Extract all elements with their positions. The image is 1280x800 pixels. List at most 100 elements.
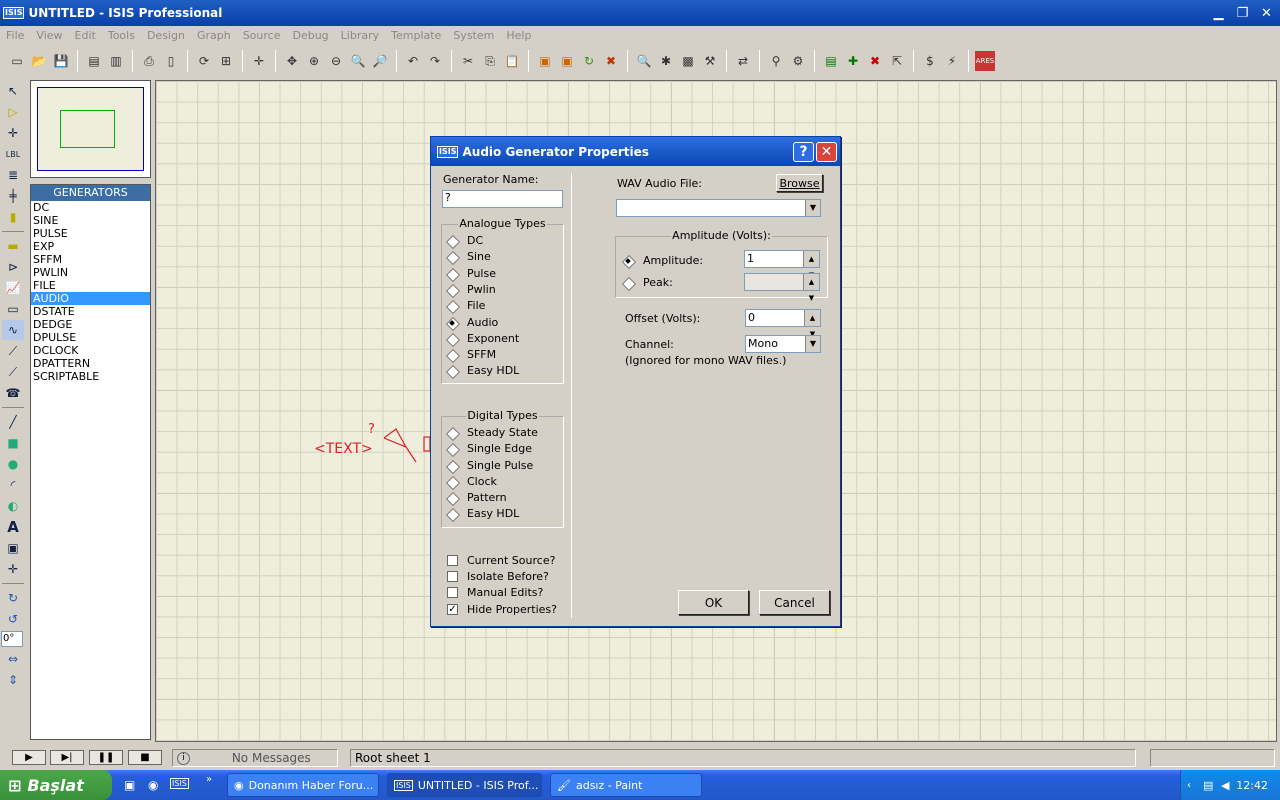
cut-icon[interactable]: ✂ bbox=[458, 51, 478, 71]
voltage-probe-icon[interactable]: ⟋ bbox=[2, 341, 24, 361]
channel-select[interactable]: Mono ▼ bbox=[745, 335, 821, 353]
generator-item[interactable]: DPULSE bbox=[31, 331, 150, 344]
cancel-button[interactable]: Cancel bbox=[759, 590, 830, 615]
radio-audio[interactable]: Audio bbox=[446, 316, 498, 329]
messages-field[interactable]: i No Messages bbox=[172, 749, 338, 767]
help-button[interactable]: ? bbox=[793, 142, 814, 162]
remove-sheet-icon[interactable]: ✖ bbox=[865, 51, 885, 71]
generator-item[interactable]: SINE bbox=[31, 214, 150, 227]
radio-easy-hdl-analogue[interactable]: Easy HDL bbox=[446, 364, 519, 377]
box-icon[interactable]: ■ bbox=[2, 433, 24, 453]
marker-icon[interactable]: ✛ bbox=[2, 559, 24, 579]
zoom-area-icon[interactable]: 🔎 bbox=[370, 51, 390, 71]
menu-system[interactable]: System bbox=[447, 29, 500, 42]
generator-item[interactable]: DPATTERN bbox=[31, 357, 150, 370]
undo-icon[interactable]: ↶ bbox=[403, 51, 423, 71]
radio-amplitude[interactable]: Amplitude: bbox=[622, 254, 703, 267]
text-icon[interactable]: A bbox=[2, 517, 24, 537]
virtual-instruments-icon[interactable]: ☎ bbox=[2, 383, 24, 403]
generator-item[interactable]: EXP bbox=[31, 240, 150, 253]
package-tool-icon[interactable]: ▩ bbox=[678, 51, 698, 71]
circle-icon[interactable]: ● bbox=[2, 454, 24, 474]
generator-mode-icon[interactable]: ∿ bbox=[2, 320, 24, 340]
minimize-button[interactable]: ▁ bbox=[1208, 3, 1229, 23]
generator-item[interactable]: SFFM bbox=[31, 253, 150, 266]
current-probe-icon[interactable]: ⟋ bbox=[2, 362, 24, 382]
browse-button[interactable]: Browse bbox=[776, 174, 823, 192]
radio-pwlin[interactable]: Pwlin bbox=[446, 283, 496, 296]
offset-spinner[interactable]: 0 ▲ ▼ bbox=[745, 309, 821, 338]
rotate-anticlockwise-icon[interactable]: ↺ bbox=[2, 609, 24, 629]
radio-dc[interactable]: DC bbox=[446, 234, 483, 247]
generator-item[interactable]: DC bbox=[31, 201, 150, 214]
menu-view[interactable]: View bbox=[30, 29, 68, 42]
text-script-icon[interactable]: ≣ bbox=[2, 165, 24, 185]
start-button[interactable]: ⊞ Başlat bbox=[0, 770, 112, 800]
ok-button[interactable]: OK bbox=[678, 590, 749, 615]
component-mode-icon[interactable]: ▷ bbox=[2, 102, 24, 122]
make-device-icon[interactable]: ✱ bbox=[656, 51, 676, 71]
chevron-down-icon[interactable]: ▼ bbox=[805, 336, 820, 352]
chrome-icon[interactable]: ◉ bbox=[148, 778, 158, 792]
menu-tools[interactable]: Tools bbox=[102, 29, 141, 42]
radio-pattern[interactable]: Pattern bbox=[446, 491, 507, 504]
path-icon[interactable]: ◐ bbox=[2, 496, 24, 516]
menu-file[interactable]: File bbox=[0, 29, 30, 42]
radio-single-edge[interactable]: Single Edge bbox=[446, 442, 532, 455]
print-icon[interactable]: ⎙ bbox=[139, 51, 159, 71]
generator-item[interactable]: PULSE bbox=[31, 227, 150, 240]
search-tag-icon[interactable]: ⚲ bbox=[766, 51, 786, 71]
block-move-icon[interactable]: ▣ bbox=[557, 51, 577, 71]
electrical-check-icon[interactable]: ⚡ bbox=[942, 51, 962, 71]
isolate-before-checkbox[interactable]: Isolate Before? bbox=[447, 570, 549, 583]
generator-name-input[interactable]: ? bbox=[442, 190, 563, 208]
line-icon[interactable]: ╱ bbox=[2, 412, 24, 432]
amplitude-spinner[interactable]: 1▲▼ bbox=[744, 250, 820, 279]
print-area-icon[interactable]: ▯ bbox=[161, 51, 181, 71]
menu-debug[interactable]: Debug bbox=[286, 29, 334, 42]
pause-icon[interactable]: ❚❚ bbox=[89, 750, 123, 765]
generator-item[interactable]: DCLOCK bbox=[31, 344, 150, 357]
device-pins-icon[interactable]: ⊳ bbox=[2, 257, 24, 277]
radio-file[interactable]: File bbox=[446, 299, 485, 312]
hide-properties-checkbox[interactable]: ✓ Hide Properties? bbox=[447, 603, 557, 616]
mirror-vertical-icon[interactable]: ⇕ bbox=[2, 670, 24, 690]
exit-parent-icon[interactable]: ⇱ bbox=[887, 51, 907, 71]
generator-item[interactable]: DEDGE bbox=[31, 318, 150, 331]
refresh-icon[interactable]: ⟳ bbox=[194, 51, 214, 71]
show-desktop-icon[interactable]: ▣ bbox=[124, 778, 135, 792]
block-rotate-icon[interactable]: ↻ bbox=[579, 51, 599, 71]
subcircuit-icon[interactable]: ▮ bbox=[2, 207, 24, 227]
generator-item[interactable]: FILE bbox=[31, 279, 150, 292]
isis-quicklaunch-icon[interactable]: ISIS bbox=[170, 778, 189, 789]
paste-icon[interactable]: 📋 bbox=[502, 51, 522, 71]
arc-icon[interactable]: ◜ bbox=[2, 475, 24, 495]
rotate-clockwise-icon[interactable]: ↻ bbox=[2, 588, 24, 608]
graph-mode-icon[interactable]: 📈 bbox=[2, 278, 24, 298]
radio-easy-hdl-digital[interactable]: Easy HDL bbox=[446, 507, 519, 520]
buses-icon[interactable]: ╪ bbox=[2, 186, 24, 206]
wire-label-icon[interactable]: LBL bbox=[2, 144, 24, 164]
radio-clock[interactable]: Clock bbox=[446, 475, 497, 488]
overview-panel[interactable] bbox=[30, 80, 151, 178]
menu-edit[interactable]: Edit bbox=[69, 29, 102, 42]
close-window-button[interactable]: ✕ bbox=[1256, 3, 1277, 23]
stop-icon[interactable]: ■ bbox=[128, 750, 162, 765]
menu-help[interactable]: Help bbox=[500, 29, 537, 42]
block-delete-icon[interactable]: ✖ bbox=[601, 51, 621, 71]
tray-volume-icon[interactable]: ◀ bbox=[1221, 779, 1229, 792]
radio-sffm[interactable]: SFFM bbox=[446, 348, 496, 361]
import-icon[interactable]: ▤ bbox=[84, 51, 104, 71]
menu-library[interactable]: Library bbox=[335, 29, 385, 42]
selection-mode-icon[interactable]: ↖ bbox=[2, 81, 24, 101]
radio-exponent[interactable]: Exponent bbox=[446, 332, 519, 345]
menu-design[interactable]: Design bbox=[141, 29, 191, 42]
menu-graph[interactable]: Graph bbox=[191, 29, 237, 42]
generator-item[interactable]: SCRIPTABLE bbox=[31, 370, 150, 383]
radio-steady-state[interactable]: Steady State bbox=[446, 426, 538, 439]
menu-template[interactable]: Template bbox=[385, 29, 447, 42]
pick-device-icon[interactable]: 🔍 bbox=[634, 51, 654, 71]
spin-up-icon[interactable]: ▲ bbox=[809, 251, 814, 267]
radio-peak[interactable]: Peak: bbox=[622, 276, 673, 289]
clock[interactable]: 12:42 bbox=[1236, 779, 1268, 792]
